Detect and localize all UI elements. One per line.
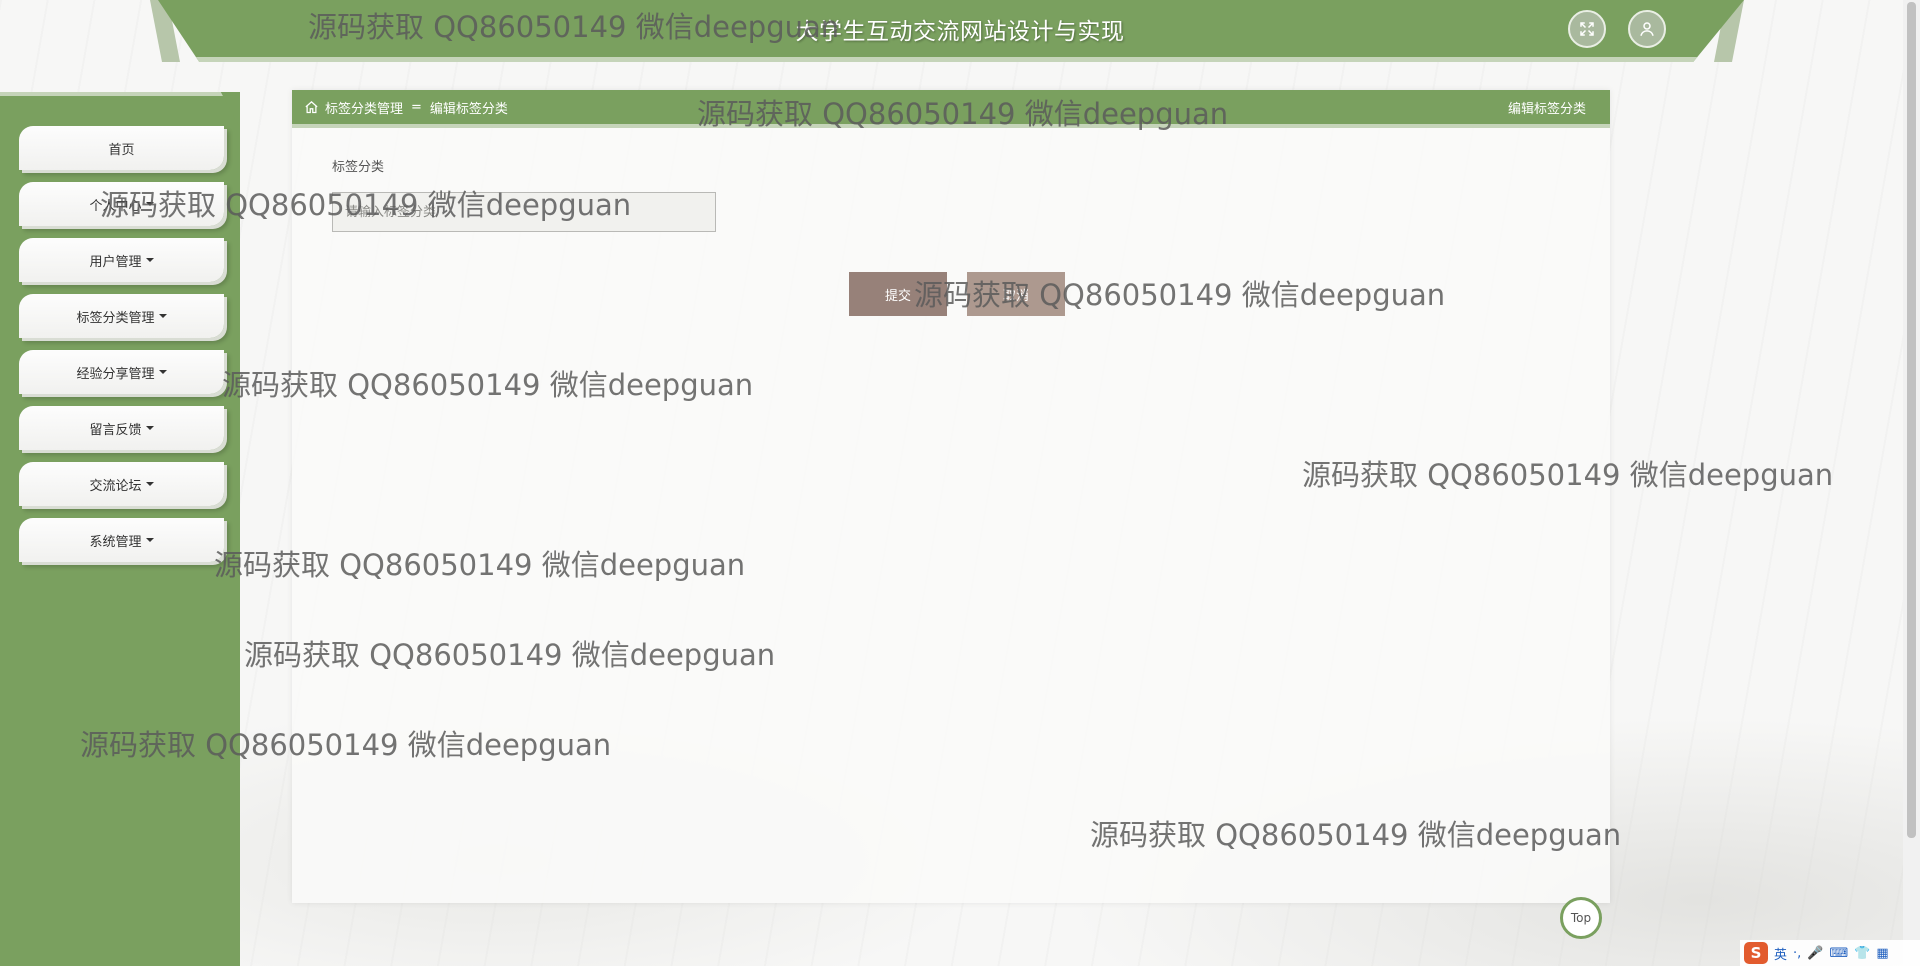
home-icon[interactable]	[304, 100, 319, 115]
breadcrumb-separator: =	[411, 99, 422, 115]
submit-button[interactable]: 提交	[849, 272, 947, 316]
ime-language-indicator[interactable]: 英	[1774, 944, 1787, 963]
expand-icon	[1580, 22, 1594, 36]
caret-down-icon	[145, 482, 154, 486]
scrollbar-thumb[interactable]	[1907, 2, 1916, 838]
sidebar-item-label: 标签分类管理	[76, 310, 155, 326]
breadcrumb-item-edit: 编辑标签分类	[429, 101, 508, 117]
back-to-top-button[interactable]: Top	[1560, 897, 1602, 939]
sidebar-item-label: 交流论坛	[89, 478, 142, 494]
ime-punctuation-icon[interactable]: ·,	[1793, 946, 1801, 961]
microphone-icon[interactable]: 🎤	[1807, 946, 1823, 961]
cancel-button[interactable]: 取消	[967, 272, 1065, 316]
tag-category-label: 标签分类	[332, 160, 385, 175]
caret-down-icon	[158, 370, 167, 374]
caret-down-icon	[145, 426, 154, 430]
skin-icon[interactable]: 👕	[1854, 946, 1870, 961]
sidebar-item-label: 用户管理	[89, 254, 142, 270]
breadcrumb: 标签分类管理 = 编辑标签分类 编辑标签分类	[292, 90, 1610, 128]
sidebar-item-label: 个人中心	[89, 198, 142, 214]
sidebar-cap	[0, 92, 240, 128]
header-bar	[158, 0, 1744, 62]
sidebar-menu: 首页 个人中心 用户管理 标签分类管理 经验分享管理 留言反馈 交流论坛 系统管…	[19, 126, 224, 574]
sidebar-item-profile[interactable]: 个人中心	[19, 182, 224, 226]
sidebar-item-label: 经验分享管理	[76, 366, 155, 382]
sidebar-item-label: 留言反馈	[89, 422, 142, 438]
sidebar-item-system[interactable]: 系统管理	[19, 518, 224, 562]
caret-down-icon	[158, 314, 167, 318]
fullscreen-button[interactable]	[1568, 10, 1606, 48]
sidebar-item-users[interactable]: 用户管理	[19, 238, 224, 282]
sidebar-item-home[interactable]: 首页	[19, 126, 224, 170]
caret-down-icon	[145, 258, 154, 262]
ime-toolbar: S 英 ·, 🎤 ⌨ 👕 ▦	[1740, 940, 1920, 966]
sidebar-item-experience-sharing[interactable]: 经验分享管理	[19, 350, 224, 394]
breadcrumb-item-tag-categories[interactable]: 标签分类管理	[325, 98, 403, 117]
user-icon	[1640, 22, 1654, 36]
ime-logo-icon[interactable]: S	[1744, 942, 1768, 964]
user-button[interactable]	[1628, 10, 1666, 48]
caret-down-icon	[145, 202, 154, 206]
sidebar-item-label: 首页	[108, 142, 135, 158]
page-title: 编辑标签分类	[1507, 101, 1586, 117]
sidebar-item-forum[interactable]: 交流论坛	[19, 462, 224, 506]
caret-down-icon	[145, 538, 154, 542]
toolbox-icon[interactable]: ▦	[1876, 946, 1888, 961]
sidebar-item-label: 系统管理	[89, 534, 142, 550]
sidebar-item-tag-categories[interactable]: 标签分类管理	[19, 294, 224, 338]
sidebar-item-feedback[interactable]: 留言反馈	[19, 406, 224, 450]
tag-category-input[interactable]	[332, 192, 716, 232]
keyboard-icon[interactable]: ⌨	[1829, 946, 1848, 961]
